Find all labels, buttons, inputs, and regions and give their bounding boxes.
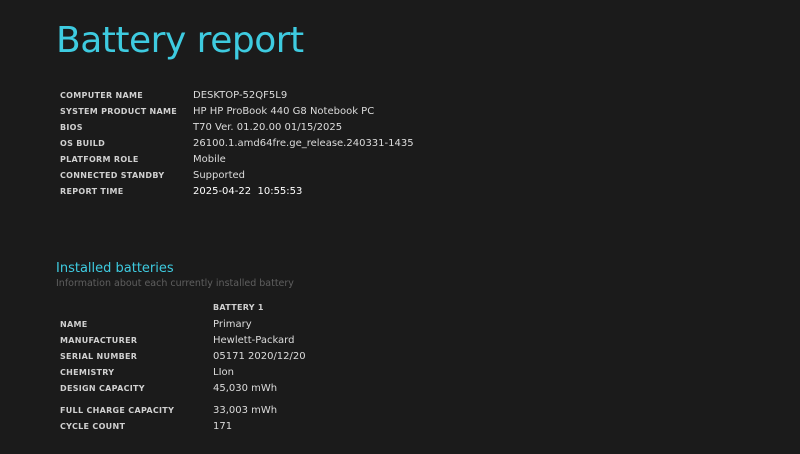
info-value: 2025-04-22 10:55:53 [193,185,303,197]
battery-label: MANUFACTURER [60,335,138,345]
info-label: COMPUTER NAME [60,90,144,100]
battery-label: CHEMISTRY [60,367,115,377]
info-value: Mobile [193,153,226,165]
battery-label: SERIAL NUMBER [60,351,138,361]
battery-value: 05171 2020/12/20 [213,350,306,362]
info-value: 26100.1.amd64fre.ge_release.240331-1435 [193,137,414,149]
battery-value: Hewlett-Packard [213,334,295,346]
battery-row-serial-number: SERIAL NUMBER 05171 2020/12/20 [60,348,306,364]
battery-row-chemistry: CHEMISTRY LIon [60,364,234,380]
battery-row-cycle-count: CYCLE COUNT 171 [60,418,232,434]
battery-value: 45,030 mWh [213,382,278,394]
battery-row-full-charge-capacity: FULL CHARGE CAPACITY 33,003 mWh [60,402,277,418]
info-value: DESKTOP-52QF5L9 [193,89,288,101]
info-label: CONNECTED STANDBY [60,170,165,180]
battery-value: 171 [213,420,233,432]
battery-label: NAME [60,319,88,329]
info-row-computer-name: COMPUTER NAME DESKTOP-52QF5L9 [60,87,287,103]
battery-value: Primary [213,318,252,330]
info-value: T70 Ver. 01.20.00 01/15/2025 [193,121,343,133]
battery-label: FULL CHARGE CAPACITY [60,405,175,415]
battery-row-manufacturer: MANUFACTURER Hewlett-Packard [60,332,294,348]
battery-value: 33,003 mWh [213,404,278,416]
info-label: PLATFORM ROLE [60,154,139,164]
battery-value: LIon [213,366,234,378]
info-value: Supported [193,169,246,181]
page-title: Battery report [56,20,304,61]
info-row-os-build: OS BUILD 26100.1.amd64fre.ge_release.240… [60,135,414,151]
info-row-platform-role: PLATFORM ROLE Mobile [60,151,226,167]
battery-label: CYCLE COUNT [60,421,126,431]
info-row-bios: BIOS T70 Ver. 01.20.00 01/15/2025 [60,119,342,135]
battery-row-name: NAME Primary [60,316,252,332]
info-label: REPORT TIME [60,186,124,196]
section-subtitle: Information about each currently install… [56,278,294,289]
battery-row-design-capacity: DESIGN CAPACITY 45,030 mWh [60,380,277,396]
battery-label: DESIGN CAPACITY [60,383,145,393]
battery-column-header: BATTERY 1 [213,303,264,312]
info-row-system-product-name: SYSTEM PRODUCT NAME HP HP ProBook 440 G8… [60,103,374,119]
info-row-connected-standby: CONNECTED STANDBY Supported [60,167,245,183]
info-value: HP HP ProBook 440 G8 Notebook PC [193,105,375,117]
section-title-installed-batteries: Installed batteries [56,261,174,276]
info-label: BIOS [60,122,83,132]
info-label: OS BUILD [60,138,106,148]
info-row-report-time: REPORT TIME 2025-04-22 10:55:53 [60,183,302,199]
info-label: SYSTEM PRODUCT NAME [60,106,178,116]
